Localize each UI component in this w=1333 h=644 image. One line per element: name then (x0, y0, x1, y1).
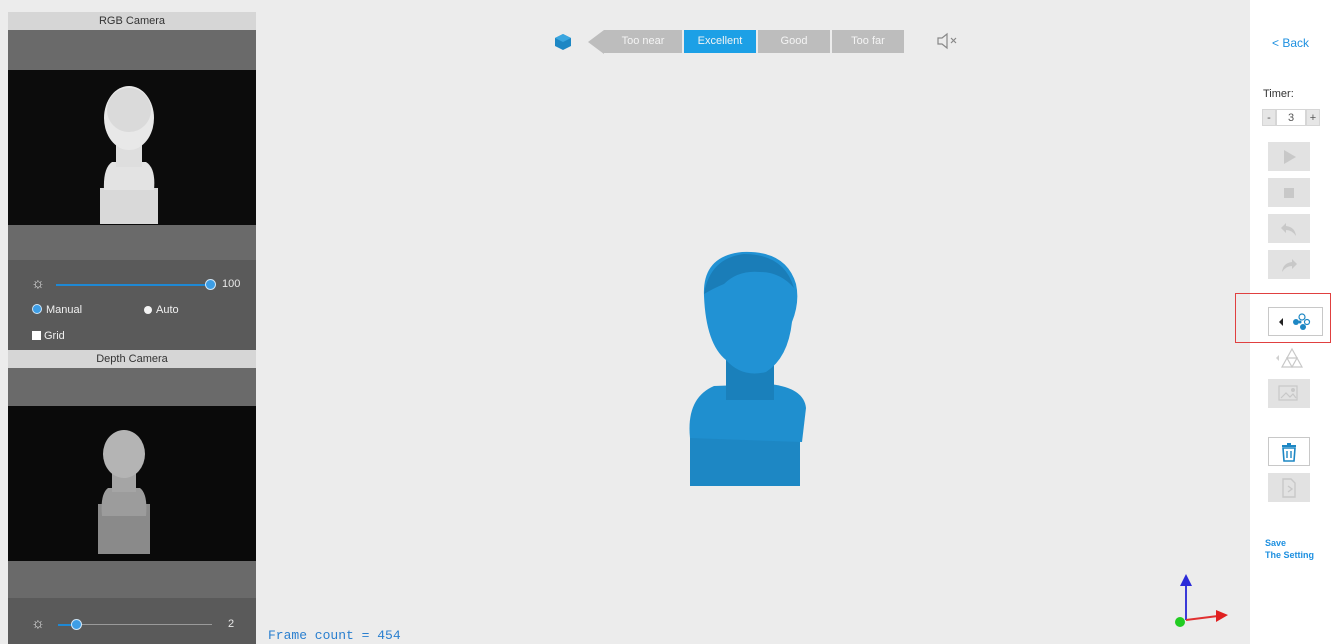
export-button[interactable] (1268, 473, 1310, 502)
manual-radio[interactable]: Manual (32, 304, 82, 316)
slider-thumb[interactable] (205, 279, 216, 290)
slider-track (78, 624, 212, 625)
quality-too-near: Too near (604, 30, 682, 53)
trash-icon (1282, 442, 1296, 462)
radio-selected-icon (32, 304, 42, 314)
arrow-left-icon (588, 30, 604, 54)
slider-track (56, 284, 212, 286)
delete-button[interactable] (1268, 437, 1310, 466)
quality-excellent: Excellent (684, 30, 756, 53)
save-setting-link[interactable]: Save The Setting (1265, 537, 1314, 561)
timer-label: Timer: (1263, 88, 1294, 100)
auto-radio[interactable]: Auto (144, 304, 179, 316)
redo-icon (1282, 258, 1297, 272)
scanned-model[interactable] (680, 248, 820, 488)
quality-too-far: Too far (832, 30, 904, 53)
mesh-button[interactable] (1268, 343, 1310, 372)
stop-icon (1284, 187, 1294, 198)
axis-gizmo (1175, 574, 1228, 627)
auto-label: Auto (156, 304, 179, 316)
document-export-icon (1282, 477, 1296, 498)
play-button[interactable] (1268, 142, 1310, 171)
brightness-icon: ☼ (31, 275, 45, 292)
frame-count: Frame count = 454 (268, 628, 401, 643)
back-link[interactable]: < Back (1272, 36, 1309, 50)
depth-camera-title: Depth Camera (8, 350, 256, 368)
quality-good: Good (758, 30, 830, 53)
depth-bust-image (8, 406, 256, 561)
checkbox-icon (32, 331, 41, 340)
rgb-camera-title: RGB Camera (8, 12, 256, 30)
brightness-value: 100 (222, 278, 241, 290)
depth-value: 2 (228, 618, 235, 630)
grid-checkbox[interactable]: Grid (32, 330, 65, 342)
image-icon (1278, 384, 1298, 401)
save-line-2: The Setting (1265, 550, 1314, 560)
manual-label: Manual (46, 304, 83, 316)
radio-unselected-icon (144, 306, 152, 314)
undo-button[interactable] (1268, 214, 1310, 243)
play-icon (1284, 149, 1296, 164)
save-line-1: Save (1265, 538, 1287, 548)
mute-icon[interactable] (936, 32, 960, 50)
timer-decrement-button[interactable]: - (1262, 109, 1276, 126)
depth-camera-image (8, 406, 256, 561)
rgb-camera-view (8, 30, 256, 260)
timer-value[interactable]: 3 (1276, 109, 1306, 126)
distance-quality-bar: Too near Excellent Good Too far (588, 30, 906, 54)
depth-camera-view (8, 368, 256, 598)
undo-icon (1281, 222, 1296, 236)
rgb-camera-image (8, 70, 256, 225)
timer-stepper: - 3 + (1262, 109, 1320, 126)
cube-icon[interactable] (554, 33, 572, 51)
slider-thumb[interactable] (71, 619, 82, 630)
brightness-icon: ☼ (31, 615, 45, 632)
depth-slider[interactable]: ☼ 2 (8, 616, 256, 636)
texture-button[interactable] (1268, 379, 1310, 408)
stop-button[interactable] (1268, 178, 1310, 207)
highlight-box (1235, 293, 1331, 343)
mesh-icon (1276, 347, 1304, 368)
rgb-brightness-slider[interactable]: ☼ 100 (8, 276, 256, 296)
redo-button[interactable] (1268, 250, 1310, 279)
grid-label: Grid (44, 330, 65, 342)
camera-panel: RGB Camera ☼ 100 Manual Auto Grid Depth … (8, 12, 256, 644)
timer-increment-button[interactable]: + (1306, 109, 1320, 126)
rgb-bust-image (8, 70, 256, 225)
